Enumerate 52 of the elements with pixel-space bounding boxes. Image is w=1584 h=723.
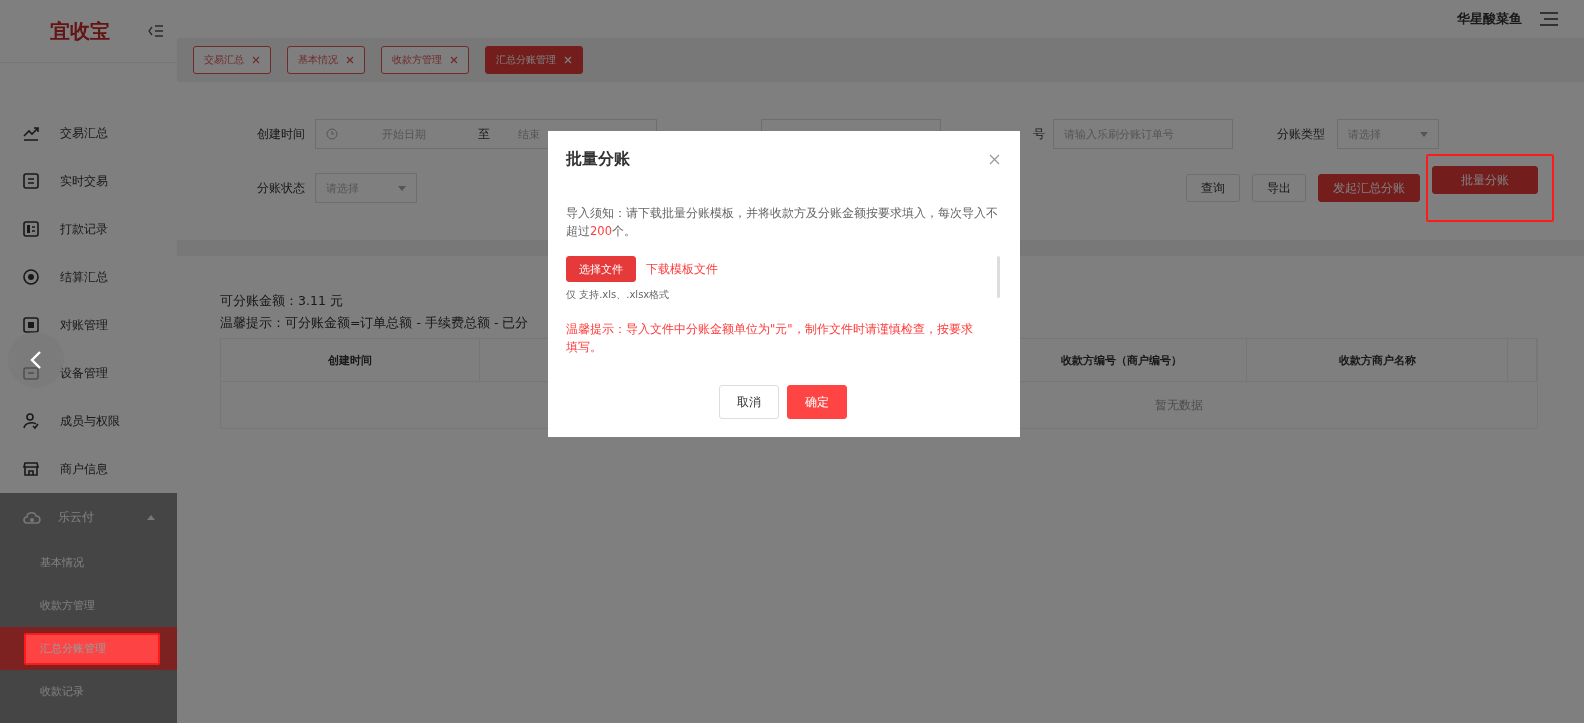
column-header: 创建时间 [221,339,480,381]
action-button[interactable]: 导出 [1252,174,1306,202]
close-icon[interactable] [346,56,354,64]
list-icon [22,172,40,190]
app-logo: 宜收宝 [50,17,110,45]
menu-icon[interactable] [1540,12,1558,26]
collapse-menu-icon[interactable] [148,24,164,38]
chevron-left-icon [30,350,42,370]
scrollbar[interactable] [997,256,1000,298]
sidebar-item[interactable]: 交易汇总 [0,109,177,157]
field-label: 分账类型 [1277,125,1326,143]
page-tab[interactable]: 汇总分账管理 [485,46,583,74]
sidebar-item[interactable]: 结算汇总 [0,253,177,301]
field-label: 创建时间 [257,125,306,143]
action-button[interactable]: 查询 [1186,174,1240,202]
page-tab[interactable]: 收款方管理 [381,46,469,74]
card-icon [22,220,40,238]
clock-icon [326,128,338,140]
sidebar-item[interactable]: 商户信息 [0,445,177,493]
sidebar-item[interactable]: 实时交易 [0,157,177,205]
dialog-button[interactable]: 取消 [719,385,779,419]
device-icon [22,364,40,382]
user-name: 华星酸菜鱼 [1457,10,1522,28]
highlight-frame: 汇总分账管理 [24,632,160,665]
field-label: 号 [1033,125,1045,143]
trend-chart-icon [22,124,40,142]
close-icon[interactable] [252,56,260,64]
action-button[interactable]: 发起汇总分账 [1318,174,1420,202]
person-icon [22,412,40,430]
download-template-link[interactable]: 下载模板文件 [646,260,718,278]
close-icon[interactable] [989,154,1000,165]
warning-text: 温馨提示：导入文件中分账金额单位为"元"，制作文件时请谨慎检查，按要求填写。 [566,321,974,356]
sidebar-item[interactable]: 设备管理 [0,349,177,397]
field-label: 分账状态 [257,179,306,197]
action-button[interactable]: 批量分账 [1432,166,1538,194]
sidebar-item[interactable]: 成员与权限 [0,397,177,445]
dialog-title: 批量分账 [566,149,630,170]
column-header: 收款方商户名称 [1247,339,1508,381]
store-icon [22,460,40,478]
import-notice: 导入须知：请下载批量分账模板，并将收款方及分账金额按要求填入，每次导入不超过200个。 [566,205,999,240]
format-hint: 仅 支持.xls、.xlsx格式 [566,288,671,302]
dialog-button[interactable]: 确定 [787,385,847,419]
amount-text: 可分账金额：3.11 元 [220,292,343,310]
tip-text: 温馨提示：可分账金额=订单总额 - 手续费总额 - 已分 [220,314,529,332]
page-tab[interactable]: 基本情况 [287,46,365,74]
close-icon[interactable] [450,56,458,64]
sidebar-item[interactable]: 对账管理 [0,301,177,349]
page-tab[interactable]: 交易汇总 [193,46,271,74]
sidebar-item[interactable]: 打款记录 [0,205,177,253]
caret-down-icon [398,185,406,191]
choose-file-button[interactable]: 选择文件 [566,256,636,282]
caret-down-icon [1420,131,1428,137]
